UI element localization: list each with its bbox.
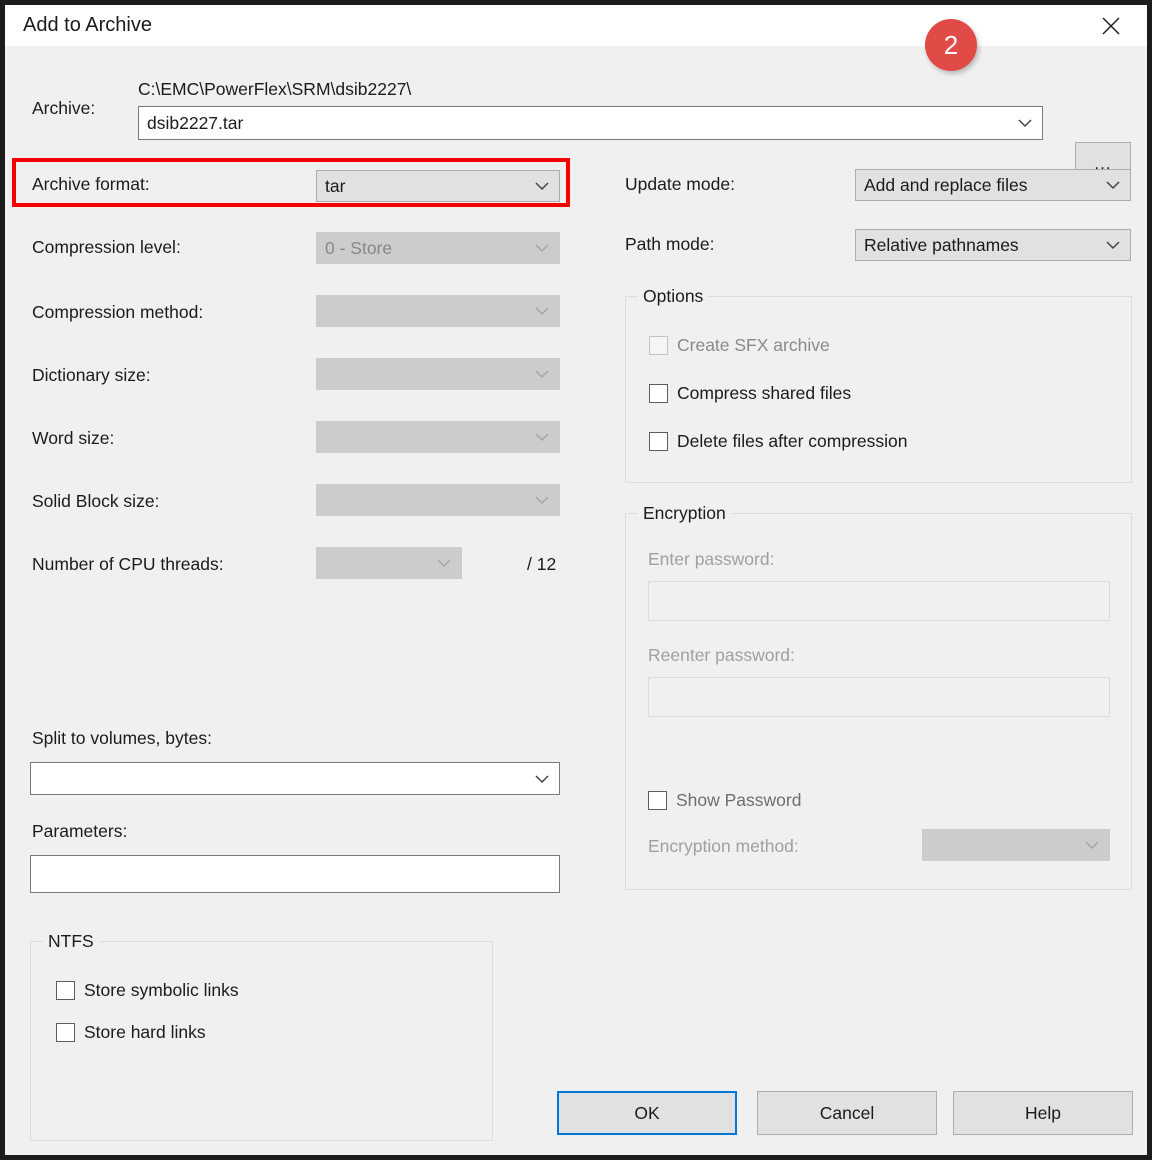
checkbox-label: Store hard links (84, 1022, 206, 1042)
chevron-down-icon (535, 182, 549, 191)
checkbox-label: Compress shared files (677, 383, 852, 403)
update-mode-value: Add and replace files (864, 174, 1028, 195)
reenter-password-input[interactable] (648, 677, 1110, 717)
solid-block-size-label: Solid Block size: (32, 491, 160, 511)
cancel-button[interactable]: Cancel (757, 1091, 937, 1135)
archive-label: Archive: (32, 98, 96, 118)
add-to-archive-dialog: Add to Archive 2 Archive: C:\EMC\PowerFl… (0, 0, 1152, 1160)
cpu-threads-combobox[interactable] (316, 547, 462, 579)
chevron-down-icon (1106, 181, 1120, 190)
solid-block-size-combobox[interactable] (316, 484, 560, 516)
checkbox-box-icon (56, 981, 75, 1000)
options-group: Options Create SFX archive Compress shar… (625, 286, 1132, 483)
chevron-down-icon (535, 774, 549, 783)
checkbox-label: Store symbolic links (84, 980, 239, 1000)
path-mode-label: Path mode: (625, 234, 715, 254)
enter-password-label: Enter password: (648, 549, 775, 569)
archive-path-text: C:\EMC\PowerFlex\SRM\dsib2227\ (138, 79, 412, 99)
step-badge-2: 2 (925, 19, 977, 71)
dictionary-size-label: Dictionary size: (32, 365, 151, 385)
parameters-input[interactable] (30, 855, 560, 893)
checkbox-box-icon (649, 432, 668, 451)
chevron-down-icon (535, 433, 549, 442)
window-title: Add to Archive (23, 14, 152, 36)
checkbox-compress-shared-files[interactable]: Compress shared files (649, 383, 851, 404)
ntfs-group-title: NTFS (43, 931, 99, 952)
checkbox-create-sfx-archive[interactable]: Create SFX archive (649, 335, 830, 356)
update-mode-combobox[interactable]: Add and replace files (855, 169, 1131, 201)
archive-format-value: tar (325, 175, 346, 196)
path-mode-combobox[interactable]: Relative pathnames (855, 229, 1131, 261)
checkbox-label: Delete files after compression (677, 431, 908, 451)
dictionary-size-combobox[interactable] (316, 358, 560, 390)
dialog-body: Archive: C:\EMC\PowerFlex\SRM\dsib2227\ … (5, 46, 1147, 1155)
word-size-combobox[interactable] (316, 421, 560, 453)
cpu-threads-total: / 12 (527, 554, 557, 574)
close-icon[interactable] (1083, 5, 1139, 46)
checkbox-delete-files-after-compression[interactable]: Delete files after compression (649, 431, 908, 452)
split-volumes-combobox[interactable] (30, 762, 560, 795)
chevron-down-icon (1018, 119, 1032, 128)
ntfs-group: NTFS Store symbolic links Store hard lin… (30, 931, 493, 1141)
archive-filename-combobox[interactable]: dsib2227.tar (138, 106, 1043, 140)
help-button[interactable]: Help (953, 1091, 1133, 1135)
encryption-group: Encryption Enter password: Reenter passw… (625, 503, 1132, 890)
encryption-method-combobox[interactable] (922, 829, 1110, 861)
checkbox-show-password[interactable]: Show Password (648, 790, 801, 811)
split-volumes-label: Split to volumes, bytes: (32, 728, 212, 748)
options-group-title: Options (638, 286, 709, 307)
cpu-threads-label: Number of CPU threads: (32, 554, 224, 574)
checkbox-box-icon (649, 384, 668, 403)
compression-level-label: Compression level: (32, 237, 181, 257)
compression-method-combobox[interactable] (316, 295, 560, 327)
path-mode-value: Relative pathnames (864, 234, 1019, 255)
update-mode-label: Update mode: (625, 174, 735, 194)
enter-password-input[interactable] (648, 581, 1110, 621)
archive-format-label: Archive format: (32, 174, 150, 194)
checkbox-store-hard-links[interactable]: Store hard links (56, 1022, 206, 1043)
compression-level-combobox[interactable]: 0 - Store (316, 232, 560, 264)
checkbox-box-icon (649, 336, 668, 355)
checkbox-label: Show Password (676, 790, 802, 810)
compression-level-value: 0 - Store (325, 237, 393, 258)
encryption-method-label: Encryption method: (648, 836, 799, 856)
checkbox-store-symbolic-links[interactable]: Store symbolic links (56, 980, 239, 1001)
chevron-down-icon (535, 244, 549, 253)
chevron-down-icon (535, 496, 549, 505)
chevron-down-icon (1106, 241, 1120, 250)
chevron-down-icon (1085, 841, 1099, 850)
checkbox-box-icon (648, 791, 667, 810)
archive-format-combobox[interactable]: tar (316, 170, 560, 202)
chevron-down-icon (535, 307, 549, 316)
chevron-down-icon (437, 559, 451, 568)
chevron-down-icon (535, 370, 549, 379)
word-size-label: Word size: (32, 428, 115, 448)
reenter-password-label: Reenter password: (648, 645, 795, 665)
ok-button[interactable]: OK (557, 1091, 737, 1135)
archive-filename-value: dsib2227.tar (147, 112, 244, 133)
checkbox-box-icon (56, 1023, 75, 1042)
parameters-label: Parameters: (32, 821, 128, 841)
checkbox-label: Create SFX archive (677, 335, 830, 355)
encryption-group-title: Encryption (638, 503, 731, 524)
compression-method-label: Compression method: (32, 302, 204, 322)
